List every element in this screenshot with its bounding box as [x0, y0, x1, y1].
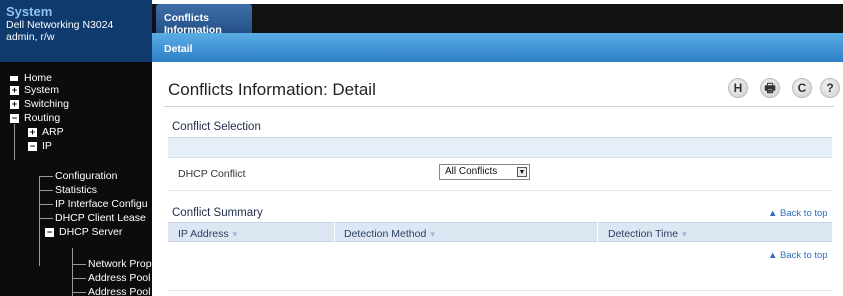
- nav-item-label: Address Pool: [88, 272, 151, 284]
- nav-item-label: System: [24, 84, 60, 96]
- tab-conflicts-information[interactable]: Conflicts Information: [156, 4, 252, 36]
- nav-item-label: Network Prope: [88, 258, 152, 270]
- nav-item-label: ARP: [42, 126, 64, 138]
- back-to-top-link[interactable]: ▲ Back to top: [768, 208, 828, 219]
- chevron-down-icon[interactable]: ▼: [517, 167, 527, 177]
- column-header-detection-time[interactable]: Detection Time ▾: [608, 228, 687, 240]
- column-header-label: IP Address: [178, 228, 229, 240]
- expand-icon[interactable]: +: [10, 100, 19, 109]
- nav-item-label: Switching: [24, 98, 69, 110]
- tab-strip: [152, 4, 843, 33]
- column-header-detection-method[interactable]: Detection Method ▾: [344, 228, 435, 240]
- print-icon[interactable]: 🖶: [760, 78, 780, 98]
- sort-icon[interactable]: ▾: [430, 229, 435, 239]
- divider: [168, 157, 832, 158]
- collapse-icon[interactable]: −: [45, 228, 54, 237]
- device-name: Dell Networking N3024: [6, 19, 114, 31]
- nav-item-label: DHCP Client Lease: [55, 212, 146, 224]
- subtab-bar: Detail: [152, 33, 843, 62]
- system-title: System: [6, 4, 53, 19]
- dhcp-conflict-select[interactable]: All Conflicts ▼: [439, 164, 530, 180]
- question-icon[interactable]: ?: [820, 78, 840, 98]
- home-icon: [10, 76, 18, 81]
- back-to-top-link[interactable]: ▲ Back to top: [768, 250, 828, 261]
- select-value: All Conflicts: [445, 166, 498, 177]
- column-divider: [334, 222, 335, 242]
- summary-table-header: [168, 222, 832, 242]
- system-header: System Dell Networking N3024 admin, r/w: [0, 0, 152, 62]
- nav-item-label: Routing: [24, 112, 61, 124]
- nav-item-label: IP: [42, 140, 52, 152]
- selection-header-band: [168, 137, 832, 157]
- refresh-icon[interactable]: C: [792, 78, 812, 98]
- page-title: Conflicts Information: Detail: [168, 80, 376, 99]
- column-divider: [597, 222, 598, 242]
- expand-icon[interactable]: +: [28, 128, 37, 137]
- column-header-label: Detection Time: [608, 228, 679, 240]
- nav-item-label: Configuration: [55, 170, 118, 182]
- help-icon[interactable]: H: [728, 78, 748, 98]
- nav-item-label: Address Pool C: [88, 286, 152, 296]
- nav-item-label: Statistics: [55, 184, 98, 196]
- tab-bar: Conflicts Information Detail: [152, 0, 843, 62]
- navigation-sidebar: System Dell Networking N3024 admin, r/w …: [0, 0, 152, 296]
- column-header-ip-address[interactable]: IP Address ▾: [178, 228, 237, 240]
- user-info: admin, r/w: [6, 31, 55, 43]
- expand-icon[interactable]: +: [10, 86, 19, 95]
- collapse-icon[interactable]: −: [28, 142, 37, 151]
- divider: [168, 190, 832, 191]
- dhcp-conflict-label: DHCP Conflict: [178, 168, 246, 180]
- divider: [164, 106, 834, 107]
- sort-icon[interactable]: ▾: [682, 229, 687, 239]
- column-header-label: Detection Method: [344, 228, 427, 240]
- subtab-detail[interactable]: Detail: [164, 43, 193, 55]
- divider: [168, 290, 832, 291]
- collapse-icon[interactable]: −: [10, 114, 19, 123]
- nav-item-label: IP Interface Configu: [55, 198, 148, 210]
- conflict-summary-title: Conflict Summary: [172, 207, 263, 219]
- sort-icon[interactable]: ▾: [233, 229, 238, 239]
- nav-item-label: DHCP Server: [59, 226, 123, 238]
- conflict-selection-title: Conflict Selection: [172, 121, 261, 133]
